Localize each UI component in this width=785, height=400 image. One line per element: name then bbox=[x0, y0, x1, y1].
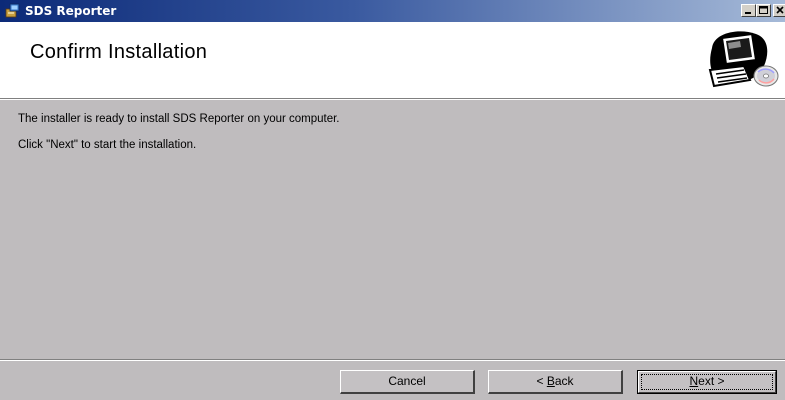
installer-window: SDS Reporter Confirm Installation The in… bbox=[0, 0, 785, 400]
minimize-button[interactable] bbox=[741, 4, 756, 17]
back-button-mnemonic: B bbox=[546, 374, 555, 388]
back-button[interactable]: < Back bbox=[488, 370, 623, 394]
maximize-icon bbox=[759, 6, 768, 14]
footer-divider-highlight bbox=[0, 360, 785, 361]
page-title: Confirm Installation bbox=[30, 41, 208, 63]
back-button-prefix: < bbox=[536, 374, 547, 388]
close-icon bbox=[776, 6, 784, 14]
minimize-icon bbox=[745, 12, 751, 14]
close-button[interactable] bbox=[773, 4, 785, 17]
computer-cd-icon bbox=[708, 31, 779, 88]
next-button[interactable]: Next > bbox=[637, 370, 777, 394]
back-button-rest: ack bbox=[554, 374, 574, 388]
install-ready-text: The installer is ready to install SDS Re… bbox=[18, 113, 340, 125]
cancel-button-label: Cancel bbox=[388, 374, 426, 388]
title-bar[interactable]: SDS Reporter bbox=[0, 0, 785, 22]
cancel-button[interactable]: Cancel bbox=[340, 370, 475, 394]
next-button-mnemonic: N bbox=[689, 374, 699, 388]
header-divider-highlight bbox=[0, 99, 785, 100]
installer-icon[interactable] bbox=[5, 3, 21, 19]
maximize-button[interactable] bbox=[756, 4, 771, 17]
click-next-text: Click "Next" to start the installation. bbox=[18, 139, 197, 151]
window-title: SDS Reporter bbox=[25, 4, 117, 18]
next-button-rest: ext > bbox=[698, 374, 725, 388]
header-banner: Confirm Installation bbox=[0, 22, 785, 98]
